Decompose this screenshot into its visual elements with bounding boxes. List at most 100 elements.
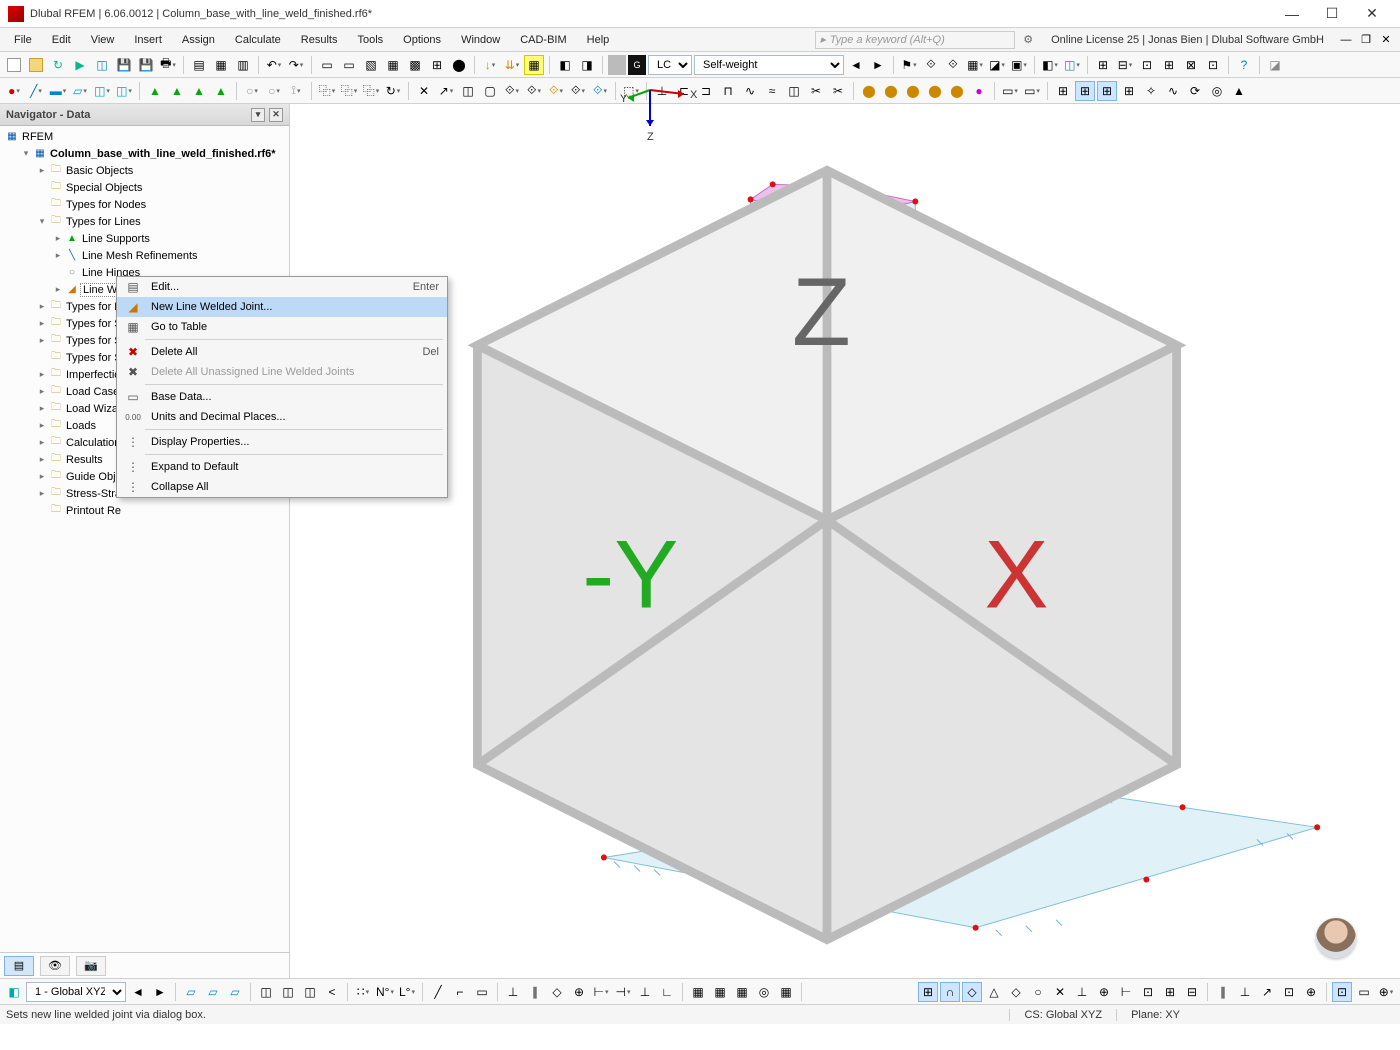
keyword-search[interactable]: Type a keyword (Alt+Q)	[815, 31, 1015, 49]
navigator-tree[interactable]: ▦RFEM ▾▦Column_base_with_line_weld_finis…	[0, 126, 289, 952]
move-obj-icon[interactable]: ⿻	[339, 81, 359, 101]
osnap-4-icon[interactable]: ○	[1028, 982, 1048, 1002]
osnap-11-icon[interactable]: ⊟	[1182, 982, 1202, 1002]
globe-icon[interactable]: ⬤	[449, 55, 469, 75]
ctx-new-line-welded-joint[interactable]: ◢New Line Welded Joint...	[117, 297, 447, 317]
assistant-avatar[interactable]	[1316, 918, 1356, 958]
menu-cad-bim[interactable]: CAD-BIM	[510, 31, 576, 49]
ortho-icon[interactable]: ⊡	[1332, 982, 1352, 1002]
nav-tab-data[interactable]: ▤	[4, 956, 34, 976]
osnap-6-icon[interactable]: ⊥	[1072, 982, 1092, 1002]
support-4-icon[interactable]: ▲	[211, 81, 231, 101]
guide-8-icon[interactable]: ⊕	[1376, 982, 1396, 1002]
draw-poly-icon[interactable]: ⌐	[450, 982, 470, 1002]
plane-pick-4-icon[interactable]: <	[322, 982, 342, 1002]
snap-3-icon[interactable]: ◇	[547, 982, 567, 1002]
plane-pick-1-icon[interactable]: ◫	[256, 982, 276, 1002]
guide-4-icon[interactable]: ⊡	[1279, 982, 1299, 1002]
ctx-base-data[interactable]: ▭Base Data...	[117, 387, 447, 407]
calc-all-icon[interactable]: ▩	[405, 55, 425, 75]
tree-root[interactable]: ▦RFEM	[0, 128, 289, 145]
open-file-icon[interactable]	[26, 55, 46, 75]
maximize-button[interactable]: ☐	[1312, 0, 1352, 28]
copy-obj-icon[interactable]: ⿻	[317, 81, 337, 101]
node-new-icon[interactable]: ●	[4, 81, 24, 101]
tree-item[interactable]: 🗀Types for Nodes	[0, 196, 289, 213]
menu-help[interactable]: Help	[577, 31, 620, 49]
result-prev-icon[interactable]: ◧	[555, 55, 575, 75]
surface-new-icon[interactable]: ▱	[70, 81, 90, 101]
props-icon-2[interactable]: ▭	[339, 55, 359, 75]
release-icon[interactable]: ⟟	[286, 81, 306, 101]
save-icon[interactable]: 💾	[114, 55, 134, 75]
mdi-restore-button[interactable]: ❐	[1356, 31, 1376, 49]
osnap-8-icon[interactable]: ⊢	[1116, 982, 1136, 1002]
menu-assign[interactable]: Assign	[172, 31, 225, 49]
tree-line-mesh[interactable]: ▸╲Line Mesh Refinements	[0, 247, 289, 264]
settings-icon[interactable]: ⚙	[1023, 33, 1033, 46]
hinge-1-icon[interactable]: ○	[242, 81, 262, 101]
redo-icon[interactable]: ↷	[286, 55, 306, 75]
mirror-icon[interactable]: ⿻	[361, 81, 381, 101]
table-icon[interactable]: ▥	[233, 55, 253, 75]
opening-new-icon[interactable]: ◫	[114, 81, 134, 101]
dxf-2-icon[interactable]: ▦	[710, 982, 730, 1002]
ctx-collapse-all[interactable]: ⋮Collapse All	[117, 477, 447, 497]
save-all-icon[interactable]: 💾	[136, 55, 156, 75]
plane-yz-icon[interactable]: ▱	[203, 982, 223, 1002]
tool-2-icon[interactable]: ⟐	[524, 81, 544, 101]
plane-pick-3-icon[interactable]: ◫	[300, 982, 320, 1002]
tree-types-for-lines[interactable]: ▾🗀Types for Lines	[0, 213, 289, 230]
hinge-2-icon[interactable]: ○	[264, 81, 284, 101]
solid-new-icon[interactable]: ◫	[92, 81, 112, 101]
grid-spacing-icon[interactable]: ∷	[353, 982, 373, 1002]
draw-line-icon[interactable]: ╱	[428, 982, 448, 1002]
menu-results[interactable]: Results	[291, 31, 348, 49]
guide-5-icon[interactable]: ⊕	[1301, 982, 1321, 1002]
ctx-edit[interactable]: ▤Edit...Enter	[117, 277, 447, 297]
osnap-5-icon[interactable]: ✕	[1050, 982, 1070, 1002]
menu-options[interactable]: Options	[393, 31, 451, 49]
tool-3-icon[interactable]: ⟐	[546, 81, 566, 101]
snap-7-icon[interactable]: ⊥	[635, 982, 655, 1002]
wp-next-icon[interactable]: ►	[150, 982, 170, 1002]
load-pattern-icon[interactable]: ⇊	[502, 55, 522, 75]
plane-xz-icon[interactable]: ▱	[225, 982, 245, 1002]
box-icon[interactable]: ▢	[480, 81, 500, 101]
guide-7-icon[interactable]: ▭	[1354, 982, 1374, 1002]
menu-file[interactable]: File	[4, 31, 42, 49]
mdi-minimize-button[interactable]: —	[1336, 31, 1356, 49]
osnap-2-icon[interactable]: △	[984, 982, 1004, 1002]
dxf-5-icon[interactable]: ▦	[776, 982, 796, 1002]
tool-5-icon[interactable]: ⟐	[590, 81, 610, 101]
calc-run-icon[interactable]: ▦	[524, 55, 544, 75]
tree-model[interactable]: ▾▦Column_base_with_line_weld_finished.rf…	[0, 145, 289, 162]
ctx-units-and-decimal-places[interactable]: 0.00Units and Decimal Places...	[117, 407, 447, 427]
extrude-icon[interactable]: ◫	[458, 81, 478, 101]
loads-icon[interactable]: ↓	[480, 55, 500, 75]
menu-calculate[interactable]: Calculate	[225, 31, 291, 49]
ctx-display-properties[interactable]: ⋮Display Properties...	[117, 432, 447, 452]
osnap-7-icon[interactable]: ⊕	[1094, 982, 1114, 1002]
tree-line-supports[interactable]: ▸▲Line Supports	[0, 230, 289, 247]
member-new-icon[interactable]: ▬	[48, 81, 68, 101]
minimize-button[interactable]: —	[1272, 0, 1312, 28]
tree-item[interactable]: 🗀Special Objects	[0, 179, 289, 196]
osnap-9-icon[interactable]: ⊡	[1138, 982, 1158, 1002]
props-icon-1[interactable]: ▭	[317, 55, 337, 75]
new-file-icon[interactable]	[4, 55, 24, 75]
tree-item[interactable]: 🗀Printout Re	[0, 502, 289, 519]
osnap-3-icon[interactable]: ◇	[1006, 982, 1026, 1002]
nav-tab-views[interactable]: 📷	[76, 956, 106, 976]
support-2-icon[interactable]: ▲	[167, 81, 187, 101]
line-new-icon[interactable]: ╱	[26, 81, 46, 101]
close-button[interactable]: ✕	[1352, 0, 1392, 28]
dxf-3-icon[interactable]: ▦	[732, 982, 752, 1002]
fe-mesh-icon[interactable]: ⊞	[427, 55, 447, 75]
mdi-close-button[interactable]: ✕	[1376, 31, 1396, 49]
divide-icon[interactable]: ✕	[414, 81, 434, 101]
ctx-go-to-table[interactable]: ▦Go to Table	[117, 317, 447, 337]
cloud-icon[interactable]: ▶	[70, 55, 90, 75]
support-3-icon[interactable]: ▲	[189, 81, 209, 101]
snap-5-icon[interactable]: ⊢	[591, 982, 611, 1002]
